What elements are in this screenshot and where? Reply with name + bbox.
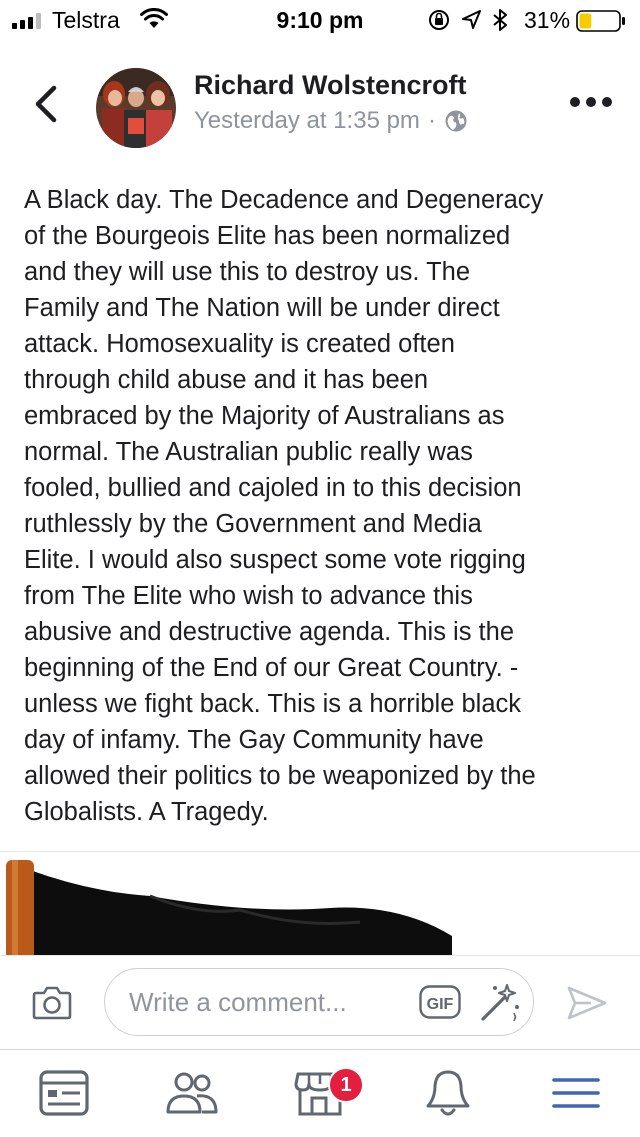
gif-label: GIF bbox=[427, 996, 454, 1013]
news-feed-icon bbox=[39, 1070, 89, 1116]
tab-notifications[interactable] bbox=[420, 1068, 476, 1118]
bluetooth-icon bbox=[493, 9, 507, 31]
status-bar: Telstra 9:10 pm 31% bbox=[0, 0, 640, 40]
tab-news-feed[interactable] bbox=[36, 1068, 92, 1118]
sticker-icon[interactable] bbox=[477, 981, 521, 1023]
orientation-lock-icon bbox=[429, 10, 449, 30]
friends-icon bbox=[166, 1072, 218, 1114]
post-text: A Black day. The Decadence and Degenerac… bbox=[24, 186, 544, 826]
profile-photo bbox=[96, 68, 176, 148]
status-icons bbox=[429, 9, 507, 31]
post-meta: Yesterday at 1:35 pm · bbox=[194, 107, 468, 135]
tab-friends[interactable] bbox=[164, 1068, 220, 1118]
battery-fill bbox=[579, 13, 592, 29]
gif-button[interactable]: GIF bbox=[419, 985, 461, 1019]
globe-icon[interactable] bbox=[444, 109, 468, 133]
comment-placeholder: Write a comment... bbox=[129, 987, 347, 1017]
camera-icon[interactable] bbox=[32, 984, 72, 1020]
post-author-name[interactable]: Richard Wolstencroft bbox=[194, 70, 467, 101]
comment-bar: Write a comment... GIF bbox=[0, 955, 640, 1051]
notification-badge: 1 bbox=[328, 1067, 364, 1103]
tab-menu[interactable] bbox=[548, 1068, 604, 1118]
wifi-icon bbox=[140, 8, 168, 28]
meta-separator: · bbox=[427, 107, 436, 134]
post-timestamp[interactable]: Yesterday at 1:35 pm bbox=[194, 107, 420, 135]
menu-icon bbox=[552, 1078, 600, 1108]
notifications-icon bbox=[426, 1070, 470, 1116]
avatar[interactable] bbox=[96, 68, 176, 148]
back-button[interactable] bbox=[30, 84, 64, 124]
battery-percentage: 31% bbox=[524, 7, 571, 33]
send-icon[interactable] bbox=[566, 984, 608, 1022]
clock: 9:10 pm bbox=[276, 7, 364, 33]
black-flag-image[interactable] bbox=[0, 852, 640, 957]
location-icon bbox=[462, 10, 481, 29]
carrier-name: Telstra bbox=[52, 7, 120, 33]
comment-input[interactable]: Write a comment... GIF bbox=[104, 968, 534, 1036]
tab-bar: 1 bbox=[0, 1049, 640, 1137]
battery-icon bbox=[576, 10, 625, 32]
more-options-icon[interactable] bbox=[568, 92, 614, 112]
signal-strength-icon bbox=[12, 13, 41, 29]
